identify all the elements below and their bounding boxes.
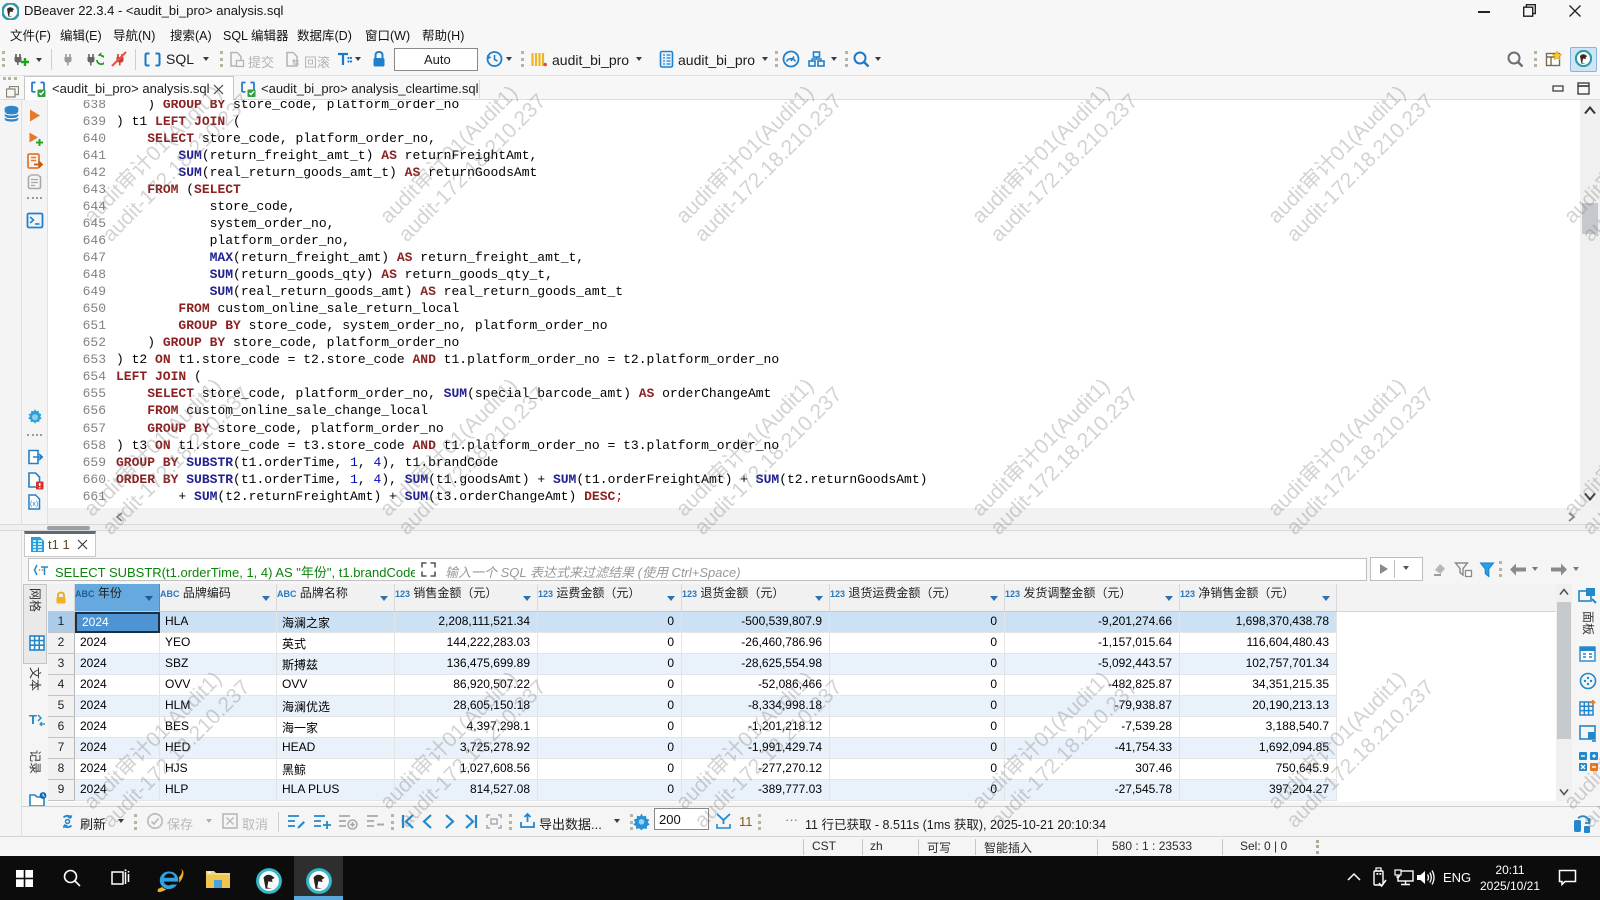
svg-text:(x): (x) [30, 501, 38, 508]
svg-text:T: T [29, 712, 37, 727]
